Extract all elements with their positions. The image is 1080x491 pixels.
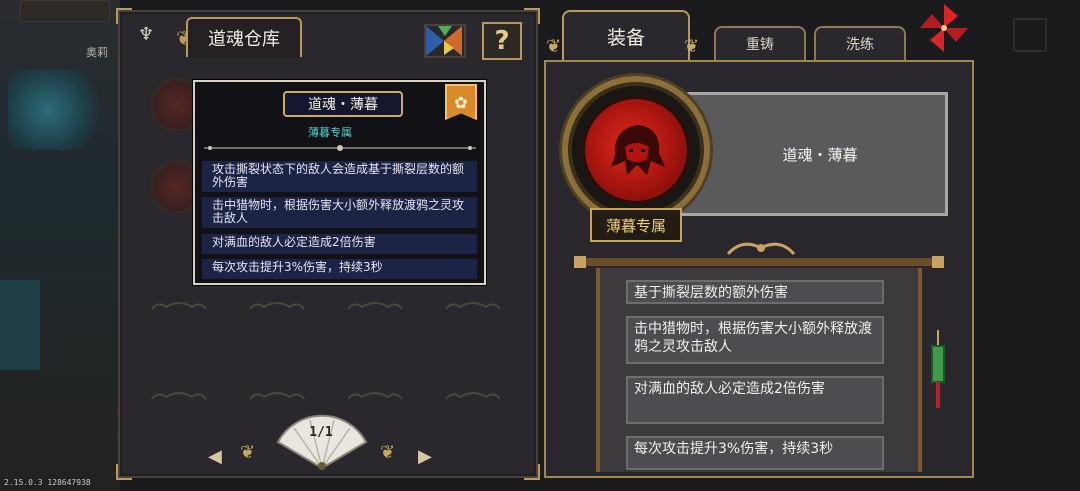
empty-slot[interactable] <box>248 298 306 312</box>
equipment-effect: 击中猎物时，根据伤害大小额外释放渡鸦之灵攻击敌人 <box>626 316 884 364</box>
cloud-ornament-icon: ❦ <box>684 36 700 57</box>
tab-refine[interactable]: 洗练 <box>814 26 906 60</box>
equipment-medallion[interactable] <box>562 76 710 224</box>
soul-portrait <box>582 96 690 204</box>
prev-page-button[interactable]: ◀ <box>208 446 222 467</box>
empty-slot[interactable] <box>346 388 404 402</box>
page-indicator: 1/1 <box>309 425 333 440</box>
equipment-effect: 每次攻击提升3%伤害，持续3秒 <box>626 436 884 470</box>
divider-ornament <box>204 145 476 151</box>
empty-slot[interactable] <box>150 298 208 312</box>
tooltip-title: 道魂・薄暮 <box>283 91 403 117</box>
corner-ornament <box>116 464 132 480</box>
background-frame-icon <box>1013 18 1047 52</box>
incense-icon: ♆ <box>138 24 155 45</box>
tooltip-effect: 击中猎物时，根据伤害大小额外释放渡鸦之灵攻击敌人 <box>202 197 477 228</box>
background-machine <box>8 70 108 150</box>
background-hud-bar <box>20 0 110 22</box>
cloud-ornament-icon: ❦ <box>240 442 256 463</box>
next-page-button[interactable]: ▶ <box>418 446 432 467</box>
raven-girl-icon <box>611 125 665 175</box>
game-background-left <box>0 0 120 491</box>
game-background-right <box>975 0 1080 491</box>
tab-reforge[interactable]: 重铸 <box>714 26 806 60</box>
cloud-ornament-icon: ❦ <box>546 36 562 57</box>
empty-slot[interactable] <box>444 388 502 402</box>
equipment-effect: 基于撕裂层数的额外伤害 <box>626 280 884 304</box>
tooltip-effect: 每次攻击提升3%伤害，持续3秒 <box>202 259 477 279</box>
equipment-name: 道魂・薄暮 <box>782 146 858 164</box>
tab-equip[interactable]: 装备 <box>562 10 690 60</box>
empty-slot[interactable] <box>346 298 404 312</box>
fan-icon <box>276 414 368 470</box>
storage-title: 道魂仓库 <box>186 17 302 57</box>
corner-ornament <box>524 8 540 24</box>
exclusive-label: 薄暮专属 <box>590 208 682 242</box>
tooltip-effect: 对满血的敌人必定造成2倍伤害 <box>202 234 477 254</box>
empty-slot[interactable] <box>150 388 208 402</box>
help-button[interactable]: ? <box>482 22 522 60</box>
tooltip-subtitle: 薄暮专属 <box>308 126 352 139</box>
corner-ornament <box>116 8 132 24</box>
corner-ornament <box>524 464 540 480</box>
tooltip-effect: 攻击撕裂状态下的敌人会造成基于撕裂层数的额外伤害 <box>202 161 477 192</box>
background-door <box>0 280 40 370</box>
cloud-ornament-icon: ❦ <box>380 442 396 463</box>
pinwheel-icon <box>920 4 968 52</box>
empty-slot[interactable] <box>444 298 502 312</box>
background-npc-name: 奥莉 <box>86 46 108 59</box>
equipment-effect: 对满血的敌人必定造成2倍伤害 <box>626 376 884 424</box>
empty-slot[interactable] <box>248 388 306 402</box>
tangram-icon[interactable] <box>424 24 466 58</box>
version-label: 2.15.0.3 128647938 <box>4 478 91 487</box>
jade-tassel-icon <box>931 330 945 408</box>
